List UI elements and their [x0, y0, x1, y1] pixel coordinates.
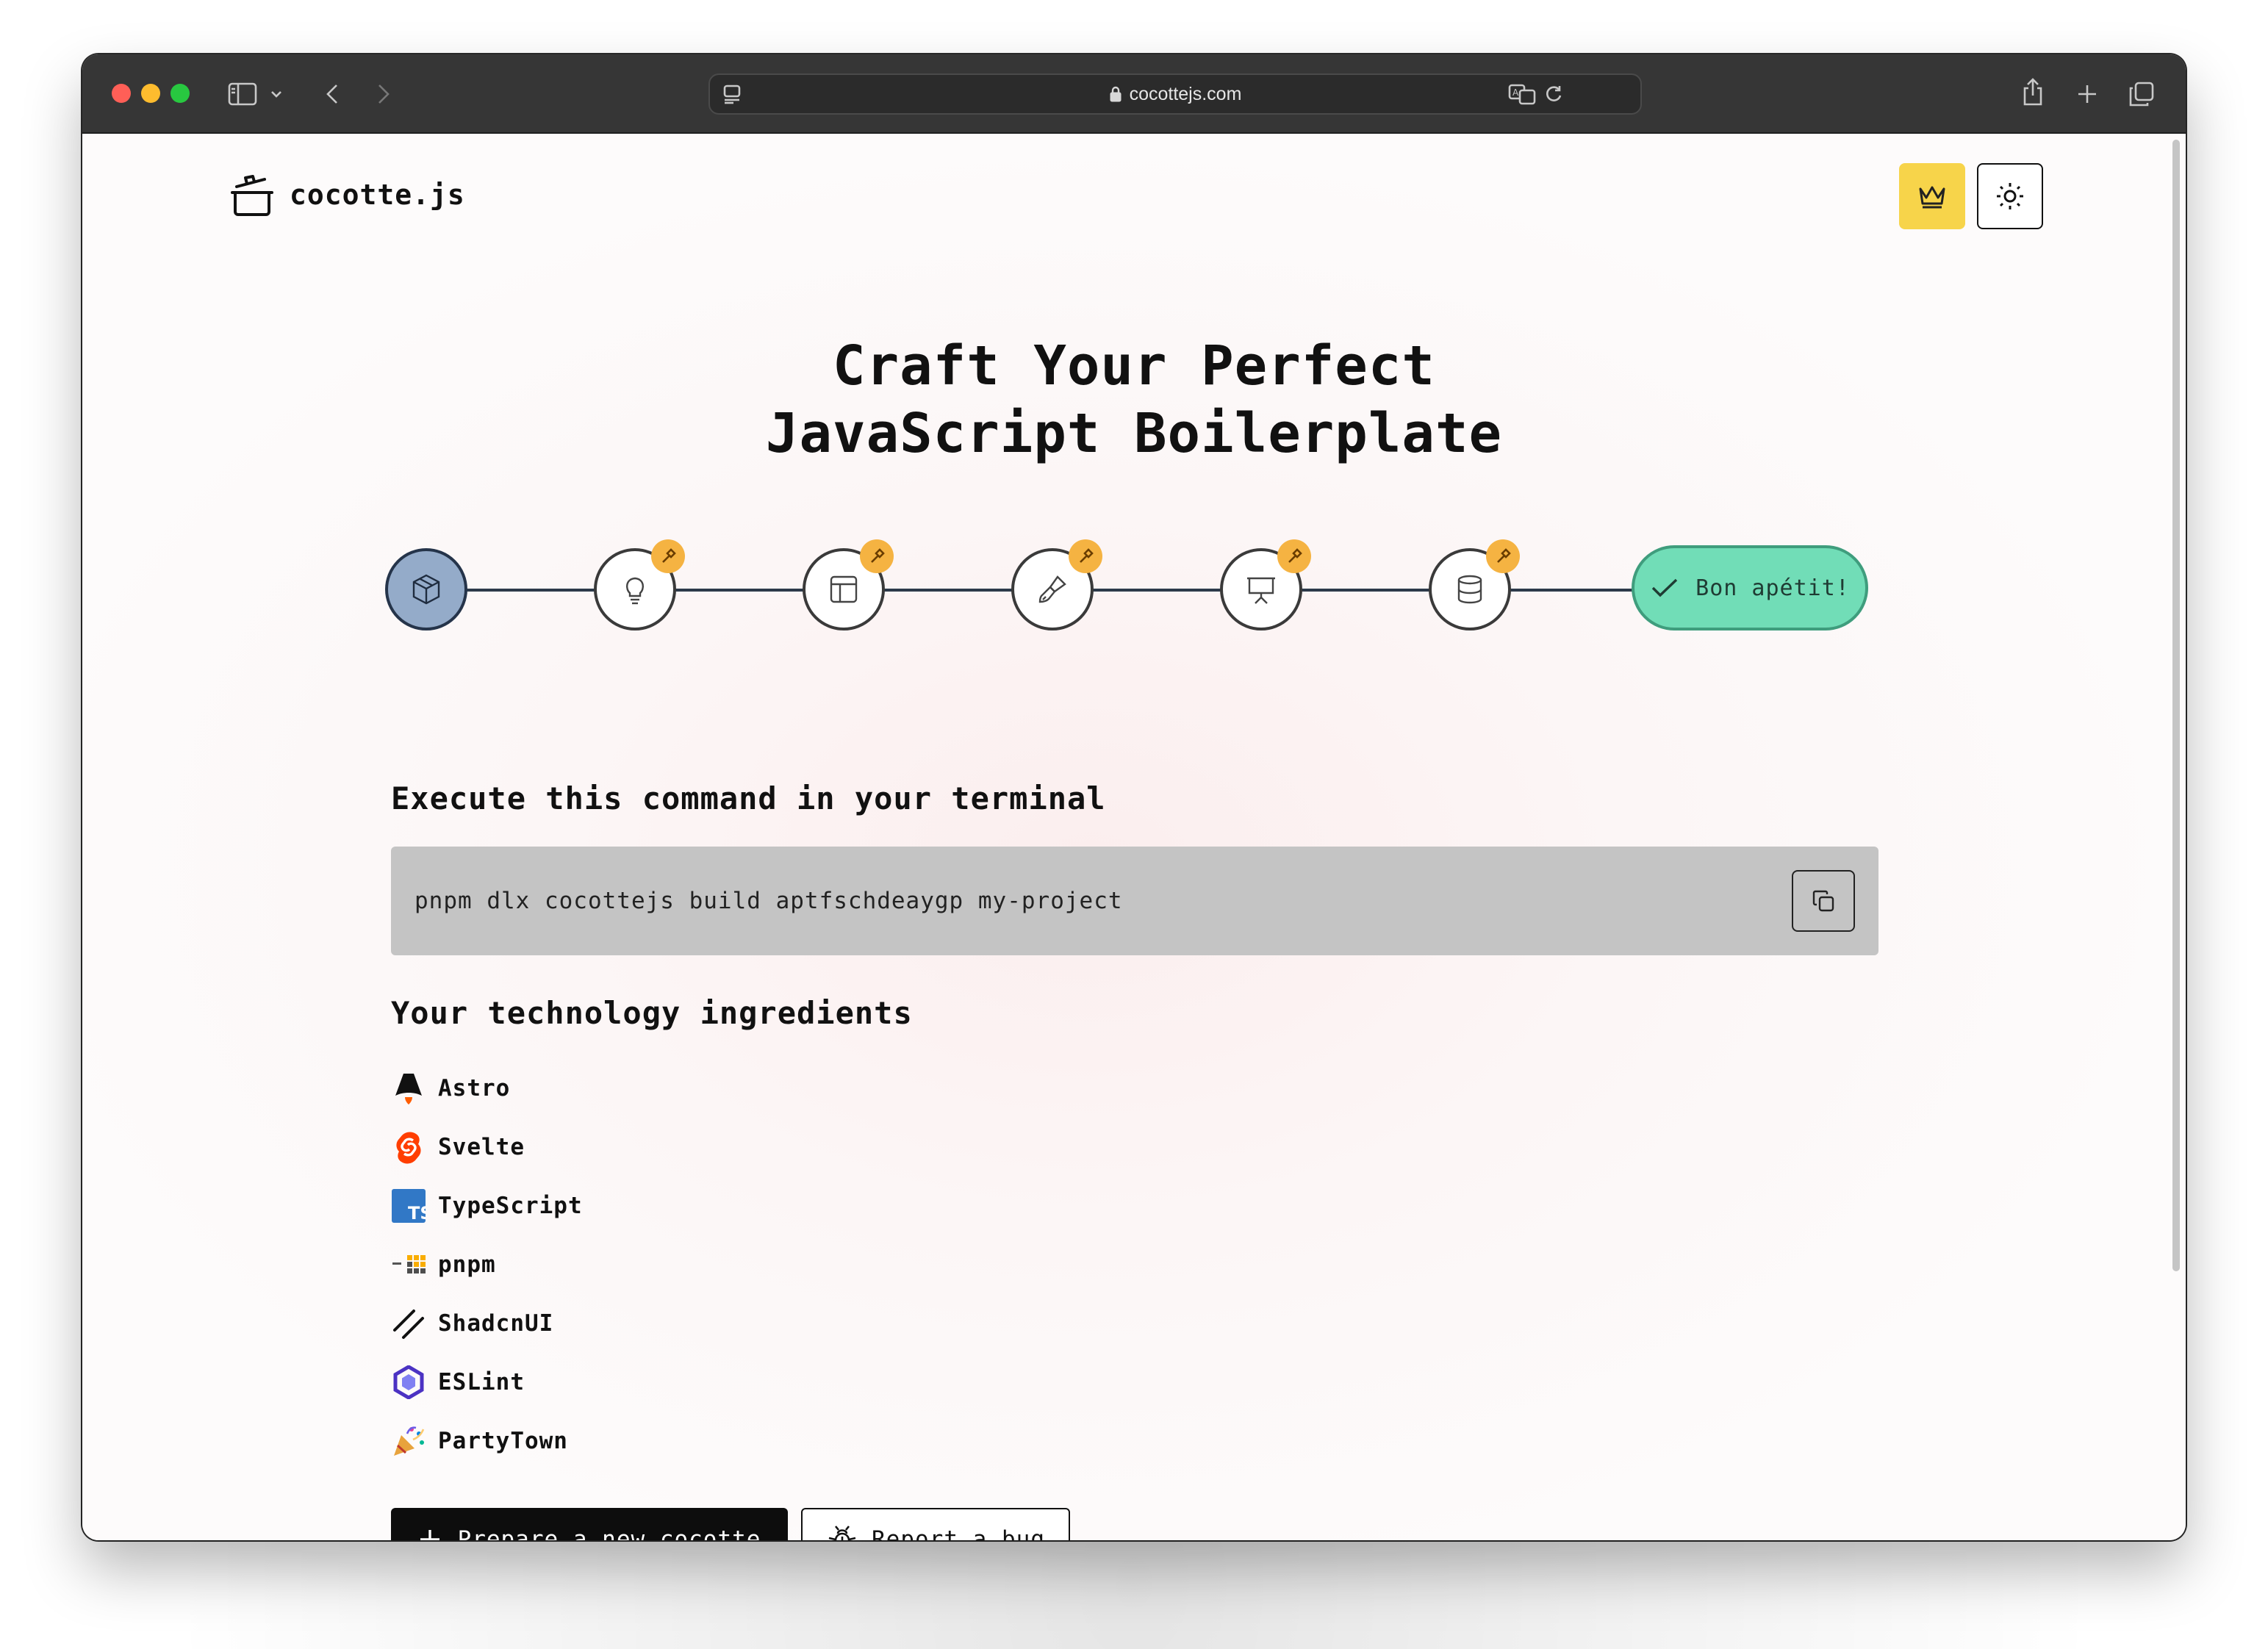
step-4[interactable] — [1011, 539, 1102, 630]
page-content: cocotte.js Craft Your Perfect JavaScript… — [82, 134, 2186, 1540]
svg-text:A: A — [1512, 87, 1519, 98]
ingredient-label: PartyTown — [438, 1428, 568, 1454]
bug-icon — [828, 1526, 856, 1540]
step-2-badge — [651, 539, 685, 573]
back-icon[interactable] — [317, 79, 347, 109]
zoom-window-button[interactable] — [171, 84, 190, 103]
reload-icon[interactable] — [1540, 81, 1567, 107]
svg-text:TS: TS — [408, 1203, 426, 1223]
copy-button[interactable] — [1792, 870, 1855, 932]
report-bug-label: Report a bug — [872, 1526, 1045, 1540]
package-icon — [412, 574, 440, 605]
url-text: cocottejs.com — [1129, 83, 1242, 104]
step-final-label: Bon apétit! — [1695, 575, 1850, 601]
cooking-pot-icon — [231, 175, 273, 216]
command-text[interactable]: pnpm dlx cocottejs build aptfschdeaygp m… — [415, 888, 1123, 914]
pnpm-icon — [391, 1247, 426, 1282]
title-line-2: JavaScript Boilerplate — [765, 402, 1503, 465]
premium-button[interactable] — [1899, 163, 1965, 229]
ingredient-eslint: ESLint — [391, 1364, 525, 1401]
close-window-button[interactable] — [112, 84, 131, 103]
astro-icon — [391, 1071, 426, 1106]
typescript-icon: TS — [391, 1188, 426, 1224]
tabs-overview-icon[interactable] — [2125, 78, 2158, 110]
minimize-window-button[interactable] — [141, 84, 160, 103]
step-6-badge — [1486, 539, 1520, 573]
partytown-icon — [391, 1423, 426, 1459]
ingredient-label: Svelte — [438, 1134, 525, 1160]
layout-icon — [830, 575, 858, 603]
address-bar[interactable]: cocottejs.com A — [708, 73, 1642, 115]
eslint-icon — [391, 1365, 426, 1400]
step-3-badge — [860, 539, 894, 573]
ingredient-label: TypeScript — [438, 1193, 583, 1219]
scrollbar[interactable] — [2172, 140, 2180, 1271]
ingredient-label: ShadcnUI — [438, 1310, 554, 1337]
lightbulb-icon — [625, 577, 645, 605]
database-icon — [1457, 575, 1482, 604]
theme-toggle-button[interactable] — [1977, 163, 2043, 229]
ingredient-astro: Astro — [391, 1070, 510, 1107]
browser-window: cocottejs.com A cocotte.js Craft Your Pe… — [82, 54, 2186, 1540]
hammer-icon — [1080, 548, 1094, 563]
check-icon — [1651, 578, 1678, 597]
browser-toolbar: cocottejs.com A — [82, 54, 2186, 134]
ingredient-pnpm: pnpm — [391, 1246, 496, 1283]
ingredients-section-title: Your technology ingredients — [391, 995, 913, 1031]
plus-icon — [420, 1530, 439, 1540]
svelte-icon — [391, 1129, 426, 1165]
share-icon[interactable] — [2017, 75, 2049, 110]
step-4-badge — [1069, 539, 1102, 573]
ingredient-shadcn: ShadcnUI — [391, 1305, 553, 1342]
ingredient-svelte: Svelte — [391, 1129, 525, 1165]
shadcn-icon — [391, 1306, 426, 1341]
logo-text: cocotte.js — [290, 179, 465, 211]
new-tab-icon[interactable] — [2071, 78, 2103, 110]
sun-icon — [1997, 183, 2023, 209]
paintbrush-icon — [1038, 575, 1066, 603]
page-title: Craft Your Perfect JavaScript Boilerplat… — [82, 332, 2186, 467]
ingredient-label: ESLint — [438, 1369, 525, 1395]
lock-icon — [1110, 86, 1122, 102]
copy-icon — [1812, 890, 1834, 912]
hammer-icon — [662, 548, 676, 563]
stepper: Bon apétit! — [385, 539, 1899, 633]
ingredient-partytown: PartyTown — [391, 1423, 568, 1459]
title-line-1: Craft Your Perfect — [833, 334, 1435, 398]
presentation-icon — [1247, 577, 1275, 604]
step-5-badge — [1277, 539, 1311, 573]
step-3[interactable] — [803, 539, 894, 630]
ingredient-label: Astro — [438, 1075, 511, 1102]
step-2[interactable] — [594, 539, 685, 630]
sidebar-icon[interactable] — [226, 79, 259, 109]
ingredient-label: pnpm — [438, 1251, 496, 1278]
prepare-new-cocotte-label: Prepare a new cocotte — [457, 1526, 761, 1540]
hammer-icon — [871, 548, 885, 563]
prepare-new-cocotte-button[interactable]: Prepare a new cocotte — [391, 1508, 788, 1540]
command-section-title: Execute this command in your terminal — [391, 780, 1106, 816]
url-display[interactable]: cocottejs.com — [710, 75, 1640, 113]
chevron-down-icon[interactable] — [268, 84, 285, 104]
step-1[interactable] — [385, 548, 467, 630]
step-6[interactable] — [1429, 539, 1520, 630]
hammer-icon — [1497, 548, 1511, 563]
step-final[interactable]: Bon apétit! — [1632, 545, 1868, 630]
forward-icon[interactable] — [369, 79, 398, 109]
report-bug-button[interactable]: Report a bug — [801, 1508, 1070, 1540]
command-box: pnpm dlx cocottejs build aptfschdeaygp m… — [391, 847, 1878, 955]
step-5[interactable] — [1220, 539, 1311, 630]
ingredient-typescript: TS TypeScript — [391, 1188, 583, 1224]
logo[interactable]: cocotte.js — [229, 172, 465, 218]
hammer-icon — [1288, 548, 1302, 563]
translate-icon[interactable]: A — [1507, 81, 1537, 107]
crown-icon — [1919, 186, 1945, 209]
